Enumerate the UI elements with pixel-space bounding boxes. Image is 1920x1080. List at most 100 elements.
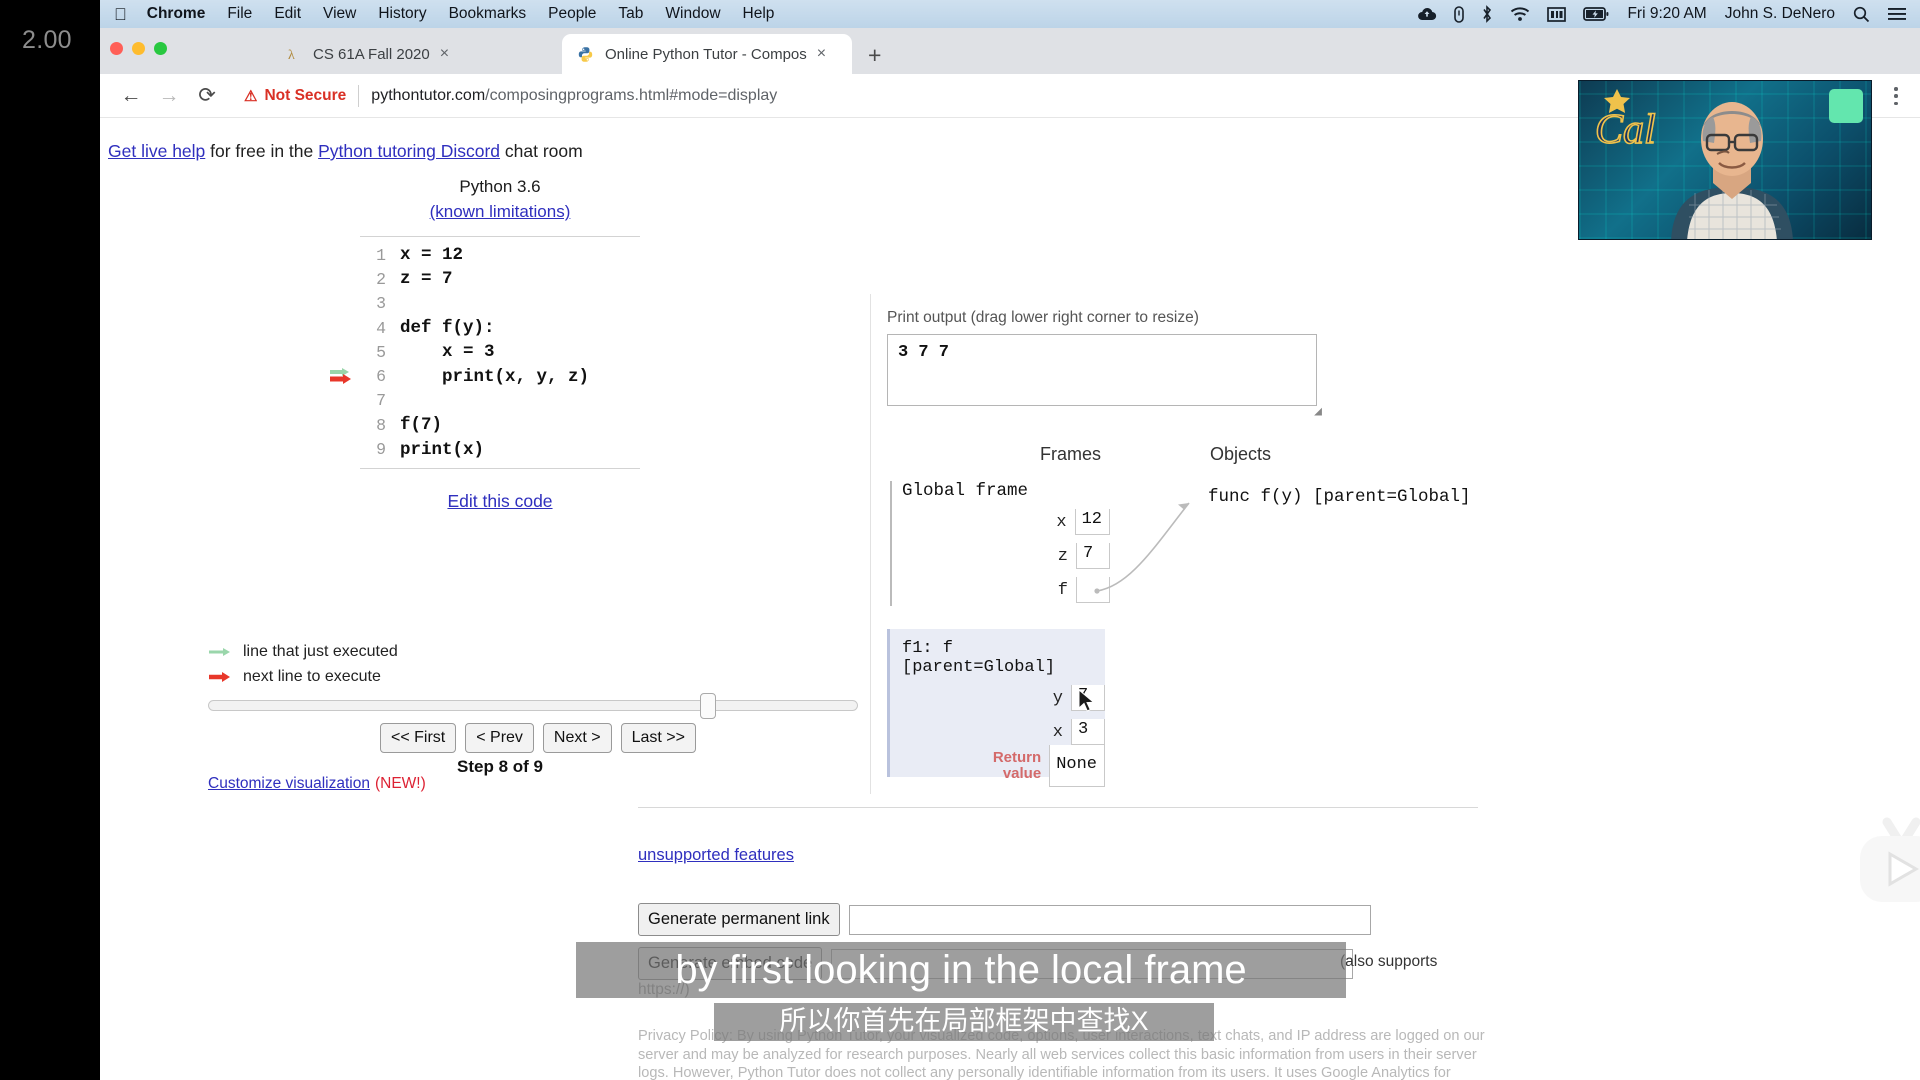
maximize-window-button[interactable]: [154, 42, 167, 55]
generate-permanent-link-button[interactable]: Generate permanent link: [638, 903, 840, 936]
line-source: x = 3: [400, 342, 495, 362]
mouse-cursor-icon: [1078, 689, 1096, 715]
known-limitations-link[interactable]: (known limitations): [430, 202, 571, 221]
subtitle-english: by first looking in the local frame: [675, 948, 1246, 992]
menu-item-view[interactable]: View: [323, 5, 356, 23]
minimize-window-button[interactable]: [132, 42, 145, 55]
address-bar[interactable]: pythontutor.com/composingprograms.html#m…: [371, 87, 777, 105]
omnibox-divider: [358, 85, 359, 107]
menu-item-file[interactable]: File: [227, 5, 252, 23]
tab-python-tutor[interactable]: Online Python Tutor - Compos ×: [562, 34, 852, 74]
last-step-button[interactable]: Last >>: [621, 723, 696, 753]
first-step-button[interactable]: << First: [380, 723, 456, 753]
battery-icon[interactable]: [1583, 7, 1609, 21]
tab-cs61a[interactable]: λ CS 61A Fall 2020 ×: [270, 34, 560, 74]
menu-user-name[interactable]: John S. DeNero: [1725, 5, 1835, 23]
frame-variable-row: z 7: [890, 543, 1110, 569]
code-line: 7: [360, 389, 640, 413]
return-value-label: Returnvalue: [993, 750, 1041, 782]
global-frame-title: Global frame: [890, 481, 1110, 501]
menu-clock[interactable]: Fri 9:20 AM: [1627, 5, 1706, 23]
unsupported-features-link[interactable]: unsupported features: [638, 846, 794, 864]
line-number: 6: [360, 367, 400, 386]
menu-item-edit[interactable]: Edit: [274, 5, 301, 23]
wifi-icon[interactable]: [1510, 7, 1530, 22]
code-panel: Python 3.6 (known limitations) 1x = 12 2…: [360, 177, 640, 512]
embed-note: (also supports: [1340, 953, 1437, 971]
menu-item-people[interactable]: People: [548, 5, 596, 23]
apple-logo-icon[interactable]: : [114, 6, 127, 23]
return-value-row: Returnvalue None: [890, 753, 1105, 779]
slider-track[interactable]: [208, 700, 858, 711]
svg-text:λ: λ: [288, 48, 295, 62]
legend-label-next: next line to execute: [243, 668, 381, 686]
resize-grip-icon[interactable]: ◢: [1314, 404, 1322, 419]
bluetooth-icon[interactable]: [1481, 5, 1493, 23]
code-line: 1x = 12: [360, 243, 640, 267]
back-button[interactable]: ←: [112, 84, 150, 108]
frame-bar: [890, 481, 892, 606]
red-arrow-icon: [208, 670, 234, 684]
reload-button[interactable]: ⟳: [188, 83, 226, 108]
close-tab-icon[interactable]: ×: [817, 46, 826, 62]
new-tab-button[interactable]: +: [868, 44, 881, 67]
code-listing[interactable]: 1x = 12 2z = 7 3 4def f(y): 5 x = 3 6 pr…: [360, 236, 640, 469]
video-stage: 2.00  Chrome File Edit View History Boo…: [0, 0, 1920, 1080]
menu-item-history[interactable]: History: [378, 5, 426, 23]
line-number: 7: [360, 391, 400, 410]
forward-button[interactable]: →: [150, 84, 188, 108]
viz-column-headers: Frames Objects: [1040, 444, 1420, 465]
line-source: z = 7: [400, 269, 453, 289]
permanent-link-input[interactable]: [849, 905, 1371, 935]
green-arrow-icon: [330, 368, 349, 376]
not-secure-indicator[interactable]: ⚠ Not Secure: [244, 87, 346, 105]
variable-name: x: [1056, 513, 1066, 532]
paperclip-icon[interactable]: [1454, 6, 1464, 23]
arrow-legend: line that just executed next line to exe…: [208, 639, 398, 689]
prev-step-button[interactable]: < Prev: [465, 723, 534, 753]
return-label-line1: Return: [993, 749, 1041, 766]
customize-visualization-link[interactable]: Customize visualization: [208, 775, 370, 792]
window-traffic-lights[interactable]: [110, 42, 167, 55]
line-number: 8: [360, 416, 400, 435]
subtitle-chinese-box: 所以你首先在局部框架中查找X: [714, 1003, 1214, 1041]
menu-item-bookmarks[interactable]: Bookmarks: [449, 5, 527, 23]
menu-item-chrome[interactable]: Chrome: [147, 5, 206, 23]
lambda-icon: λ: [284, 45, 303, 64]
permanent-link-row: Generate permanent link: [638, 903, 1371, 936]
variable-value: 3: [1071, 719, 1105, 745]
search-icon[interactable]: [1853, 6, 1870, 23]
page-content: Get live help for free in the Python tut…: [100, 119, 1920, 1080]
menu-item-tab[interactable]: Tab: [618, 5, 643, 23]
menu-item-window[interactable]: Window: [665, 5, 720, 23]
display-icon[interactable]: [1547, 7, 1566, 22]
help-tail-text: chat room: [500, 141, 583, 161]
print-output-box[interactable]: 3 7 7 ◢: [887, 334, 1317, 406]
subtitle-english-box: by first looking in the local frame: [576, 942, 1346, 998]
python-version-label: Python 3.6: [360, 177, 640, 197]
green-arrow-icon: [208, 646, 234, 658]
play-button-logo: [1842, 812, 1920, 920]
discord-link[interactable]: Python tutoring Discord: [318, 141, 500, 161]
dropbox-cloud-icon[interactable]: [1417, 7, 1437, 21]
code-line-current: 6 print(x, y, z): [360, 364, 640, 388]
legend-row-next: next line to execute: [208, 664, 398, 689]
edit-this-code-link[interactable]: Edit this code: [447, 491, 552, 511]
edit-code-wrapper: Edit this code: [360, 491, 640, 512]
close-window-button[interactable]: [110, 42, 123, 55]
next-step-button[interactable]: Next >: [543, 723, 612, 753]
legend-row-executed: line that just executed: [208, 639, 398, 664]
code-line: 4def f(y):: [360, 316, 640, 340]
step-slider[interactable]: [208, 697, 858, 713]
line-number: 5: [360, 343, 400, 362]
close-tab-icon[interactable]: ×: [440, 46, 449, 62]
frame-variable-row: f: [890, 577, 1110, 603]
known-limitations-wrapper: (known limitations): [360, 202, 640, 222]
slider-knob[interactable]: [700, 693, 716, 719]
tab-title: CS 61A Fall 2020: [313, 46, 430, 63]
get-live-help-link[interactable]: Get live help: [108, 141, 205, 161]
menu-item-help[interactable]: Help: [743, 5, 775, 23]
webcam-person: [1657, 87, 1807, 240]
kebab-menu-icon[interactable]: [1886, 85, 1906, 107]
control-center-icon[interactable]: [1888, 7, 1906, 21]
